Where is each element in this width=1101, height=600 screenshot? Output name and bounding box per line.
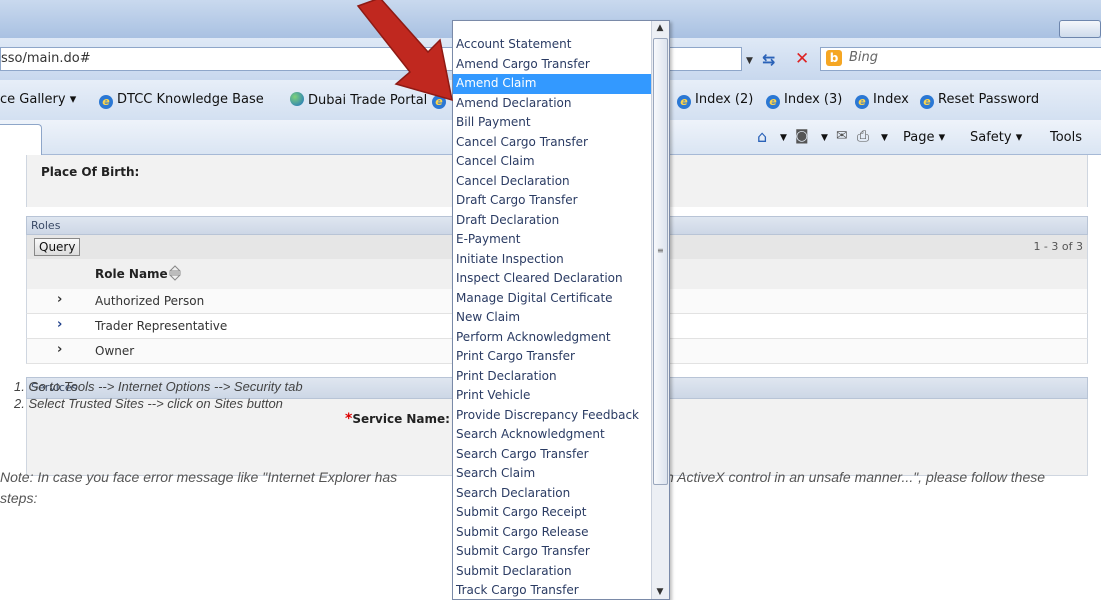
role-name-cell: Owner (95, 344, 135, 358)
dropdown-option[interactable]: Submit Cargo Release (453, 523, 651, 543)
chevron-right-icon[interactable]: › (57, 342, 62, 357)
sort-icon[interactable] (168, 263, 182, 283)
print-dropdown-icon[interactable]: ▼ (881, 133, 888, 143)
steps-list: 1. Go to Tools --> Internet Options --> … (14, 378, 303, 412)
browser-tab[interactable] (0, 124, 42, 155)
dropdown-option[interactable]: Submit Declaration (453, 562, 651, 582)
place-of-birth-label: Place Of Birth: (41, 165, 140, 179)
favorite-index-3[interactable]: e Index (3) (766, 92, 842, 109)
ie-icon: e (766, 95, 780, 109)
dropdown-option[interactable]: Submit Cargo Receipt (453, 503, 651, 523)
dropdown-option[interactable]: Cancel Declaration (453, 172, 651, 192)
dropdown-option[interactable]: Account Statement (453, 35, 651, 55)
dropdown-option[interactable]: Amend Declaration (453, 94, 651, 114)
note-line-2: steps: (0, 490, 38, 506)
dropdown-option[interactable]: Cancel Claim (453, 152, 651, 172)
minimize-button[interactable] (1059, 20, 1101, 38)
dropdown-option[interactable]: Submit Cargo Transfer (453, 542, 651, 562)
dropdown-option[interactable]: Search Claim (453, 464, 651, 484)
address-dropdown-icon[interactable]: ▼ (746, 56, 753, 66)
safety-menu[interactable]: Safety ▾ (970, 130, 1022, 145)
ie-icon: e (99, 95, 113, 109)
service-name-dropdown[interactable]: Account Statement Amend Cargo Transfer Ame… (452, 20, 670, 600)
dropdown-option[interactable]: Bill Payment (453, 113, 651, 133)
home-icon[interactable]: ⌂ (757, 127, 767, 146)
query-button[interactable]: Query (34, 238, 81, 256)
refresh-icon[interactable]: ⇆ (762, 50, 775, 69)
scrollbar-thumb[interactable]: ≡ (653, 38, 668, 485)
dropdown-option[interactable]: Amend Cargo Transfer (453, 55, 651, 75)
search-input[interactable]: b Bing (820, 47, 1101, 71)
favorite-reset-password[interactable]: e Reset Password (920, 92, 1039, 109)
note-line-1-right: n ActiveX control in an unsafe manner...… (666, 469, 1046, 485)
home-dropdown-icon[interactable]: ▼ (780, 133, 787, 143)
tools-menu[interactable]: Tools (1050, 130, 1082, 145)
dropdown-option[interactable]: Search Acknowledgment (453, 425, 651, 445)
dropdown-option[interactable]: Initiate Inspection (453, 250, 651, 270)
chevron-right-icon[interactable]: › (57, 292, 62, 307)
dropdown-option[interactable]: New Claim (453, 308, 651, 328)
dropdown-scrollbar[interactable]: ▲ ≡ ▼ (651, 21, 669, 599)
red-arrow-icon (356, 0, 453, 102)
globe-icon (290, 92, 304, 106)
dropdown-option[interactable]: Print Declaration (453, 367, 651, 387)
favorite-index[interactable]: e Index (855, 92, 909, 109)
chevron-right-icon[interactable]: › (57, 317, 62, 332)
ie-icon: e (855, 95, 869, 109)
ie-icon: e (677, 95, 691, 109)
dropdown-option[interactable]: Manage Digital Certificate (453, 289, 651, 309)
dropdown-option[interactable]: Amend Claim (453, 74, 651, 94)
dropdown-option[interactable]: Print Vehicle (453, 386, 651, 406)
pager-text: 1 - 3 of 3 (1033, 240, 1083, 253)
role-name-header[interactable]: Role Name (95, 267, 168, 281)
scroll-up-icon[interactable]: ▲ (655, 23, 665, 33)
dropdown-option[interactable]: E-Payment (453, 230, 651, 250)
dropdown-option[interactable]: Track Cargo Transfer (453, 581, 651, 599)
stop-icon[interactable]: ✕ (795, 49, 809, 69)
favorite-gallery[interactable]: ce Gallery ▾ (0, 92, 76, 107)
step-2: 2. Select Trusted Sites --> click on Sit… (14, 396, 283, 411)
dropdown-option[interactable]: Search Cargo Transfer (453, 445, 651, 465)
grip-icon: ≡ (657, 246, 664, 255)
dropdown-option[interactable]: Provide Discrepancy Feedback (453, 406, 651, 426)
print-icon[interactable]: ⎙ (857, 127, 869, 145)
note-line-1: Note: In case you face error message lik… (0, 469, 398, 485)
role-name-cell: Authorized Person (95, 294, 205, 308)
scroll-down-icon[interactable]: ▼ (655, 587, 665, 597)
mail-icon[interactable]: ✉ (836, 128, 848, 144)
role-name-cell: Trader Representative (95, 319, 228, 333)
dropdown-option[interactable]: Search Declaration (453, 484, 651, 504)
dropdown-option[interactable]: Draft Cargo Transfer (453, 191, 651, 211)
service-name-label: *Service Name: (345, 411, 450, 427)
dropdown-option[interactable]: Perform Acknowledgment (453, 328, 651, 348)
dropdown-option[interactable]: Draft Declaration (453, 211, 651, 231)
service-options-list: Account Statement Amend Cargo Transfer Ame… (453, 35, 651, 599)
favorite-dtcc[interactable]: e DTCC Knowledge Base (99, 92, 264, 109)
rss-icon[interactable]: ◙ (795, 128, 809, 144)
step-1: 1. Go to Tools --> Internet Options --> … (14, 379, 303, 394)
bing-icon: b (826, 50, 842, 66)
dropdown-option[interactable]: Cancel Cargo Transfer (453, 133, 651, 153)
favorite-index-2[interactable]: e Index (2) (677, 92, 753, 109)
rss-dropdown-icon[interactable]: ▼ (821, 133, 828, 143)
page-menu[interactable]: Page ▾ (903, 130, 945, 145)
search-provider-label: Bing (849, 50, 879, 65)
dropdown-option[interactable]: Inspect Cleared Declaration (453, 269, 651, 289)
dropdown-option[interactable]: Print Cargo Transfer (453, 347, 651, 367)
ie-icon: e (920, 95, 934, 109)
